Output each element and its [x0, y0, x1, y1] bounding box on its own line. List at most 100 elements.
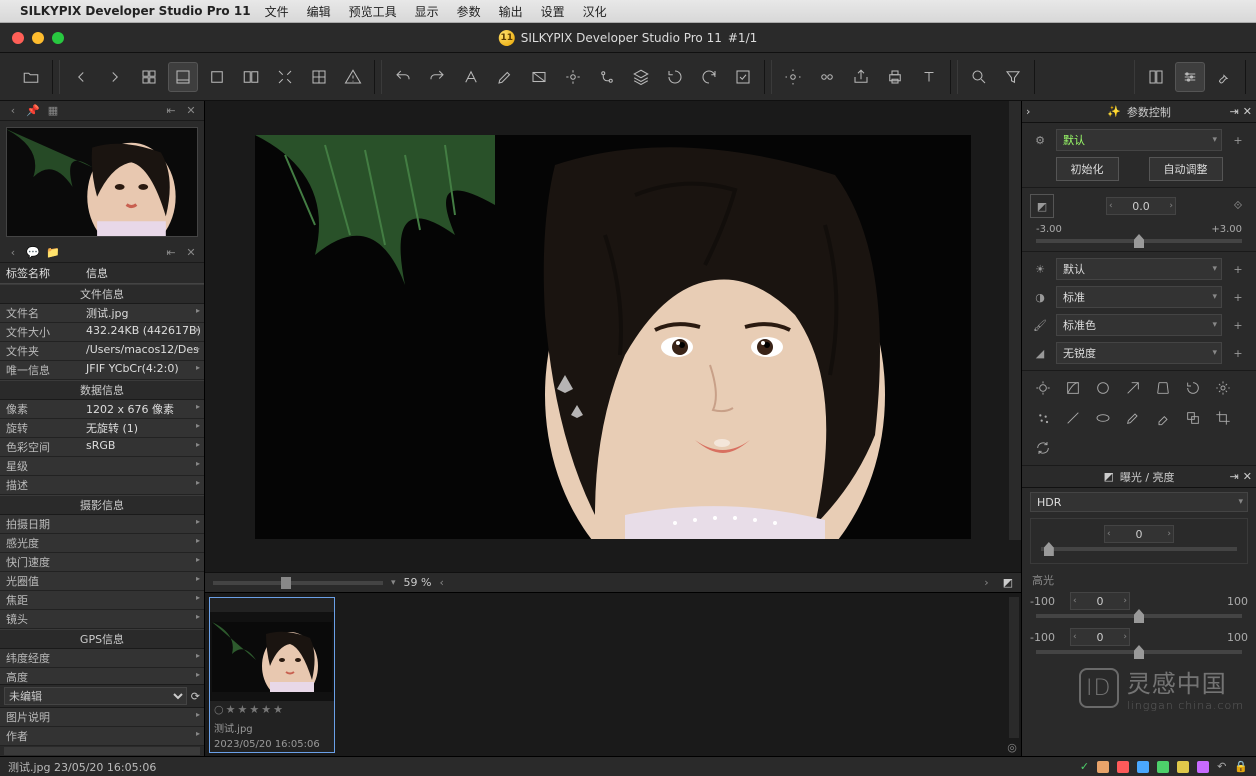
wb-select[interactable]: 默认▾	[1056, 258, 1222, 280]
layers-button[interactable]	[626, 62, 656, 92]
frame-view-button[interactable]	[202, 62, 232, 92]
adj-circle-icon[interactable]	[1092, 377, 1114, 399]
brush-preset-button[interactable]	[1209, 62, 1239, 92]
color-icon[interactable]: 🖌	[1030, 315, 1050, 335]
swatch-6[interactable]	[1197, 761, 1209, 773]
viewer-v-scrollbar[interactable]	[1009, 101, 1021, 540]
zoom-dropdown-icon[interactable]: ▾	[391, 578, 396, 588]
search-button[interactable]	[964, 62, 994, 92]
adj-detail-icon[interactable]	[1122, 377, 1144, 399]
menu-params[interactable]: 参数	[457, 3, 481, 20]
text-tool-button[interactable]	[914, 62, 944, 92]
zoom-slider[interactable]	[213, 581, 383, 585]
batch-button[interactable]	[812, 62, 842, 92]
adj-sync-icon[interactable]	[1032, 437, 1054, 459]
info-comment-icon[interactable]: 💬	[26, 246, 40, 260]
filmstrip-rating[interactable]: ○★★★★★	[210, 701, 334, 718]
preview-mode-icon[interactable]: ◩	[1003, 576, 1013, 589]
info-collapse-icon[interactable]: ⇤	[164, 246, 178, 260]
adj-sharpen-icon[interactable]	[1062, 407, 1084, 429]
adj-crop-icon[interactable]	[1212, 407, 1234, 429]
preset-gear-icon[interactable]: ⚙	[1030, 130, 1050, 150]
preset-select[interactable]: 默认▾	[1056, 129, 1222, 151]
checkmark-button[interactable]	[728, 62, 758, 92]
tone-add-icon[interactable]: +	[1228, 287, 1248, 307]
nav-histogram-icon[interactable]: ▦	[46, 104, 60, 118]
filmstrip-item[interactable]: ○★★★★★ 测试.jpg 2023/05/20 16:05:06	[209, 597, 335, 753]
window-close-button[interactable]	[12, 32, 24, 44]
param-close-icon[interactable]: ✕	[1243, 105, 1252, 118]
nav-collapse-icon[interactable]: ⇤	[164, 104, 178, 118]
status-check-icon[interactable]: ✓	[1080, 760, 1089, 773]
split-4-button[interactable]	[304, 62, 334, 92]
menu-preview-tools[interactable]: 预览工具	[349, 3, 397, 20]
adj-perspective-icon[interactable]	[1152, 377, 1174, 399]
color-add-icon[interactable]: +	[1228, 315, 1248, 335]
edit-status-refresh-icon[interactable]: ⟳	[191, 690, 200, 703]
filmstrip-v-scrollbar[interactable]	[1009, 597, 1019, 738]
tone-select[interactable]: 标准▾	[1056, 286, 1222, 308]
menu-edit[interactable]: 编辑	[307, 3, 331, 20]
adj-settings-icon[interactable]	[1212, 377, 1234, 399]
exposure-spinner[interactable]: ‹0.0›	[1106, 197, 1176, 215]
menu-settings[interactable]: 设置	[541, 3, 565, 20]
color-select[interactable]: 标准色▾	[1056, 314, 1222, 336]
hdr-select[interactable]: HDR▾	[1030, 492, 1248, 512]
exposure-auto-icon[interactable]: ⟐	[1228, 196, 1248, 216]
swatch-5[interactable]	[1177, 761, 1189, 773]
nav-close-icon[interactable]: ✕	[184, 104, 198, 118]
export-settings-button[interactable]	[778, 62, 808, 92]
info-back-icon[interactable]: ‹	[6, 246, 20, 260]
adj-lens-icon[interactable]	[1092, 407, 1114, 429]
next-image-button[interactable]	[100, 62, 130, 92]
adj-reset-icon[interactable]	[1182, 377, 1204, 399]
undo-button[interactable]	[388, 62, 418, 92]
redo-button[interactable]	[422, 62, 452, 92]
brush-tool-button[interactable]	[490, 62, 520, 92]
menu-output[interactable]: 输出	[499, 3, 523, 20]
menu-localize[interactable]: 汉化	[583, 3, 607, 20]
sharp-add-icon[interactable]: +	[1228, 343, 1248, 363]
exposure-icon[interactable]: ◩	[1030, 194, 1054, 218]
nav-back-icon[interactable]: ‹	[6, 104, 20, 118]
filter-button[interactable]	[998, 62, 1028, 92]
adj-eraser-icon[interactable]	[1152, 407, 1174, 429]
compare-view-button[interactable]	[236, 62, 266, 92]
auto-adjust-button[interactable]	[456, 62, 486, 92]
row3-spinner[interactable]: ‹0›	[1070, 628, 1130, 646]
app-name-menu[interactable]: SILKYPIX Developer Studio Pro 11	[20, 4, 251, 18]
swatch-1[interactable]	[1097, 761, 1109, 773]
left-h-scrollbar[interactable]	[4, 747, 200, 755]
preset-add-icon[interactable]: +	[1228, 130, 1248, 150]
print-button[interactable]	[880, 62, 910, 92]
expose-close-icon[interactable]: ✕	[1243, 470, 1252, 483]
sharp-select[interactable]: 无锐度▾	[1056, 342, 1222, 364]
window-minimize-button[interactable]	[32, 32, 44, 44]
exposure-slider[interactable]	[1036, 239, 1242, 243]
swatch-2[interactable]	[1117, 761, 1129, 773]
filmstrip-target-icon[interactable]: ◎	[1005, 740, 1019, 754]
menu-file[interactable]: 文件	[265, 3, 289, 20]
panel-layout-2-button[interactable]	[1175, 62, 1205, 92]
panel-layout-1-button[interactable]	[1141, 62, 1171, 92]
nav-pin-icon[interactable]: 📌	[26, 104, 40, 118]
zoom-next-icon[interactable]: ›	[984, 576, 988, 589]
navigator-thumbnail[interactable]	[0, 121, 204, 243]
info-close-icon[interactable]: ✕	[184, 246, 198, 260]
status-lock-icon[interactable]: 🔒	[1234, 760, 1248, 773]
hdr-spinner[interactable]: ‹0›	[1104, 525, 1174, 543]
adj-noise-icon[interactable]	[1032, 407, 1054, 429]
status-undo-icon[interactable]: ↶	[1217, 760, 1226, 773]
spot-tool-button[interactable]	[558, 62, 588, 92]
adj-clone-icon[interactable]	[1182, 407, 1204, 429]
window-zoom-button[interactable]	[52, 32, 64, 44]
param-expand-icon[interactable]: ›	[1026, 105, 1030, 118]
gradient-tool-button[interactable]	[524, 62, 554, 92]
adj-tone-curve-icon[interactable]	[1062, 377, 1084, 399]
fullscreen-button[interactable]	[270, 62, 300, 92]
adj-highlight-icon[interactable]	[1032, 377, 1054, 399]
hdr-slider[interactable]	[1041, 547, 1237, 551]
sharp-icon[interactable]: ◢	[1030, 343, 1050, 363]
menu-display[interactable]: 显示	[415, 3, 439, 20]
highlight-slider[interactable]	[1036, 614, 1242, 618]
